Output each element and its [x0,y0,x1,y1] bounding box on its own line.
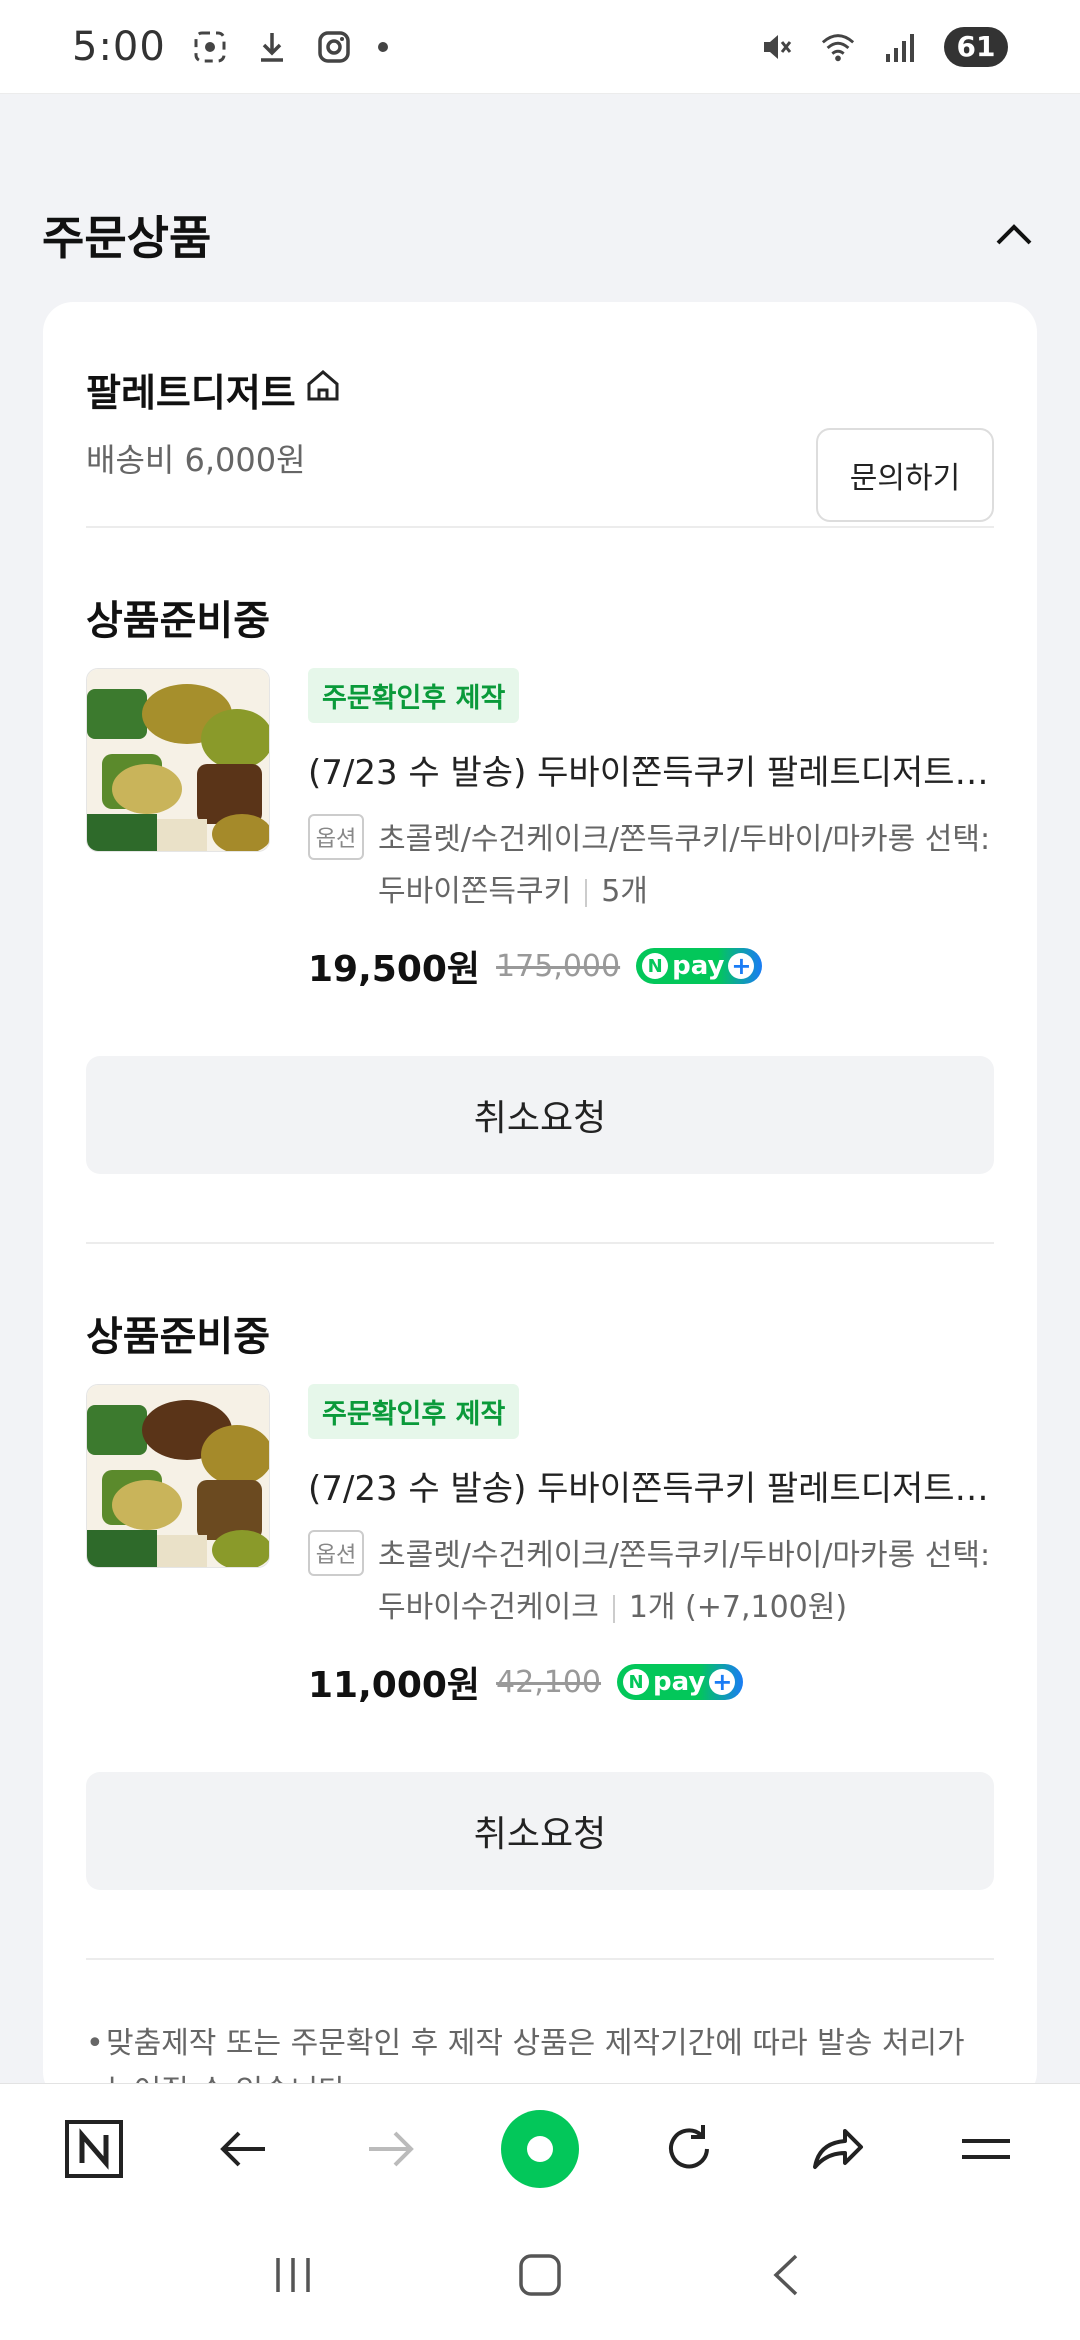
download-icon [254,29,290,65]
option-row: 옵션 초콜렛/수건케이크/쫀득쿠키/두바이/마카롱 선택: 두바이수건케이크 1개… [308,1530,994,1634]
original-price: 175,000 [496,948,621,984]
product-thumbnail[interactable] [86,1384,270,1568]
order-item: 상품준비중 주문확인후 제작 (7/23 수 발송) 두바이쫀득쿠키 팔레트디저… [86,1244,994,1960]
section-title: 주문상품 [42,211,212,265]
option-quantity: 5개 [601,874,648,909]
screenshot-icon [192,29,228,65]
naver-n-icon: N [642,953,669,979]
order-item: 상품준비중 주문확인후 제작 (7/23 수 발송) 두바이쫀득쿠키 팔레트디저… [86,528,994,1244]
browser-toolbar [0,2083,1080,2213]
price-row: 19,500원 175,000 N pay + [308,940,994,992]
option-badge: 옵션 [308,814,364,860]
product-title[interactable]: (7/23 수 발송) 두바이쫀득쿠키 팔레트디저트 2… [308,1461,994,1510]
recent-apps-icon[interactable] [268,2250,318,2304]
share-icon[interactable] [797,2109,877,2189]
option-text: 초콜렛/수건케이크/쫀득쿠키/두바이/마카롱 선택: 두바이쫀득쿠키 5개 [378,814,990,918]
home-button-icon[interactable] [515,2250,565,2304]
naver-home-icon[interactable] [54,2109,134,2189]
sale-price: 11,000원 [308,1665,481,1706]
seller-name-label: 팔레트디저트 [86,371,296,415]
original-price: 42,100 [496,1664,602,1700]
npay-label: pay [653,1667,706,1697]
made-to-order-badge: 주문확인후 제작 [308,668,520,723]
mute-icon [758,29,794,65]
option-divider [585,878,588,907]
store-home-icon [304,366,342,413]
system-back-icon[interactable] [762,2250,812,2304]
menu-icon[interactable] [946,2109,1026,2189]
chevron-up-icon[interactable] [990,211,1038,259]
refresh-icon[interactable] [649,2109,729,2189]
item-status: 상품준비중 [86,1314,270,1360]
cancel-request-button[interactable]: 취소요청 [86,1056,994,1174]
plus-icon: + [709,1669,736,1695]
option-line: 초콜렛/수건케이크/쫀득쿠키/두바이/마카롱 선택: [378,1538,991,1573]
made-to-order-badge: 주문확인후 제작 [308,1384,520,1439]
back-arrow-icon[interactable] [203,2109,283,2189]
wifi-icon [820,29,856,65]
option-name: 두바이수건케이크 [378,1590,599,1625]
price-row: 11,000원 42,100 N pay + [308,1656,994,1708]
plus-icon: + [728,953,755,979]
green-dot-icon[interactable] [500,2109,580,2189]
battery-indicator: 61 [944,26,1008,67]
item-status: 상품준비중 [86,598,270,644]
order-card: 팔레트디저트 배송비 6,000원 문의하기 상품준비중 주문확인후 제작 (7… [43,302,1037,2102]
npay-label: pay [672,951,725,981]
seller-name[interactable]: 팔레트디저트 [86,362,342,417]
option-divider [612,1594,615,1623]
instagram-icon [316,29,352,65]
cancel-request-button[interactable]: 취소요청 [86,1772,994,1890]
status-time: 5:00 [72,23,166,70]
option-quantity: 1개 (+7,100원) [628,1590,848,1625]
notification-dot [377,41,388,52]
product-title[interactable]: (7/23 수 발송) 두바이쫀득쿠키 팔레트디저트 2… [308,745,994,794]
forward-arrow-icon[interactable] [351,2109,431,2189]
signal-icon [882,29,918,65]
inquiry-button[interactable]: 문의하기 [816,428,994,522]
option-row: 옵션 초콜렛/수건케이크/쫀득쿠키/두바이/마카롱 선택: 두바이쫀득쿠키 5개 [308,814,994,918]
sale-price: 19,500원 [308,949,481,990]
product-thumbnail[interactable] [86,668,270,852]
system-nav-bar [0,2213,1080,2340]
option-badge: 옵션 [308,1530,364,1576]
production-notice: 맞춤제작 또는 주문확인 후 제작 상품은 제작기간에 따라 발송 처리가 늦어… [86,1960,994,2102]
shipping-fee: 배송비 6,000원 [86,441,306,479]
naver-n-icon: N [623,1669,650,1695]
option-name: 두바이쫀득쿠키 [378,874,572,909]
option-text: 초콜렛/수건케이크/쫀득쿠키/두바이/마카롱 선택: 두바이수건케이크 1개 (+… [378,1530,990,1634]
npay-plus-badge: N pay + [636,948,763,984]
seller-header: 팔레트디저트 배송비 6,000원 문의하기 [86,302,994,528]
status-bar: 5:00 61 [0,0,1080,94]
npay-plus-badge: N pay + [617,1664,744,1700]
section-header: 주문상품 [0,195,1080,275]
option-line: 초콜렛/수건케이크/쫀득쿠키/두바이/마카롱 선택: [378,822,991,857]
